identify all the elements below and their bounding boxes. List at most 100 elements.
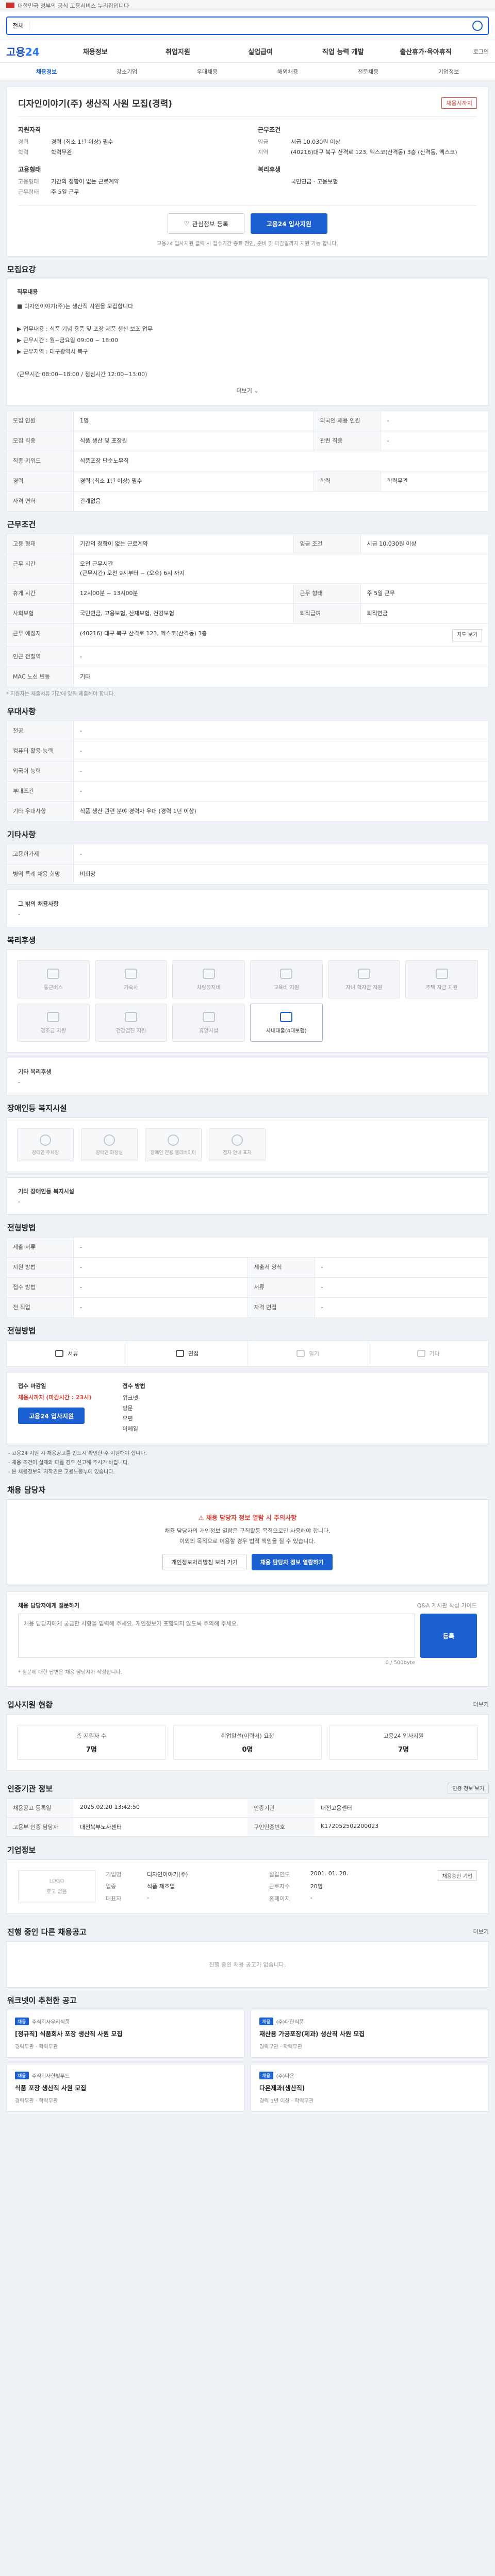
method-interview: 면접 — [127, 1341, 248, 1366]
subnav-item-jobs[interactable]: 채용정보 — [6, 67, 87, 76]
subnav-item-professional[interactable]: 전문채용 — [328, 67, 408, 76]
table-key: 외국어 능력 — [6, 761, 74, 782]
subnav-item-preferred[interactable]: 우대채용 — [167, 67, 248, 76]
logo-text-a: 고용 — [6, 46, 25, 58]
deadline-col: 접수 마감일 채용시까지 (마감시간 : 23시) 고용24 입사지원 — [18, 1382, 91, 1434]
nav-item-jobs[interactable]: 채용정보 — [54, 46, 137, 56]
qa-header: 채용 담당자에게 질문하기 Q&A 게시판 작성 가이드 — [18, 1601, 477, 1609]
qa-submit-button[interactable]: 등록 — [420, 1614, 477, 1658]
recruit-section: 모집요강 직무내용 ■ 디자인이야기(주)는 생산직 사원을 모집합니다 ▶ 업… — [6, 264, 489, 512]
stat-number: 7명 — [86, 1745, 97, 1754]
rec-tag: 채용 — [259, 2072, 273, 2079]
qa-guide-link[interactable]: Q&A 게시판 작성 가이드 — [417, 1601, 477, 1609]
preference-table: 전공 - 컴퓨터 활용 능력 - 외국어 능력 - 부대조건 - 기타 우대사항 식품 생… — [6, 721, 489, 822]
kv-key: 지역 — [258, 149, 269, 156]
disability-tile: 장애인 전용 엘리베이터 — [145, 1128, 202, 1161]
rec-card[interactable]: 채용 주식회사우리식품 [정규직] 식품회사 포장 생산직 사원 모집 경력무관 … — [6, 2010, 244, 2058]
welfare-section-title: 복리후생 — [7, 936, 36, 945]
disability-grid: 장애인 주차장 장애인 화장실 장애인 전용 엘리베이터 점자 안내 표지 — [6, 1117, 489, 1172]
other-section-title: 기타사항 — [7, 830, 36, 839]
method-line: 이메일 — [122, 1426, 138, 1432]
other-jobs-title: 진행 중인 다른 채용공고 — [7, 1927, 87, 1937]
rec-card[interactable]: 채용 (주)다온 다온제과(생산직) 경력 1년 이상 · 학력무관 — [251, 2064, 489, 2112]
table-value: - — [314, 1277, 489, 1298]
table-key: 고용 형태 — [6, 534, 74, 554]
pencil-icon — [296, 1350, 305, 1357]
welfare-tile: 주택 자금 지원 — [405, 960, 478, 998]
table-row: 컴퓨터 활용 능력 - — [6, 741, 489, 761]
selection-section-title: 전형방법 — [7, 1223, 36, 1232]
qualification-career: 경력 경력 (최소 1년 이상) 필수 — [18, 137, 237, 147]
disability-tile-label: 장애인 주차장 — [31, 1150, 59, 1156]
stat-label: 고용24 입사지원 — [383, 1732, 424, 1739]
method-title: 접수 방법 — [122, 1383, 145, 1389]
nav-item-training[interactable]: 직업 능력 개발 — [302, 46, 384, 56]
welfare-tile: 건강검진 지원 — [94, 1004, 168, 1042]
table-value: - — [73, 1297, 248, 1318]
logo-label: LOGO — [49, 1878, 64, 1884]
stats-more-link[interactable]: 더보기 — [473, 1700, 489, 1708]
rec-section-title: 워크넷이 추천한 공고 — [7, 1996, 77, 2005]
table-key: 구인인증번호 — [248, 1818, 315, 1837]
table-key: 임금 조건 — [293, 534, 361, 554]
table-value: 식품 생산 및 포장원 — [73, 431, 314, 451]
table-row: 모집 직종 식품 생산 및 포장원 관련 직종 - — [6, 431, 489, 451]
map-view-button[interactable]: 지도 보기 — [452, 629, 482, 641]
caution-line: - 본 채용정보의 저작권은 고용노동부에 있습니다. — [8, 1469, 115, 1475]
table-value: - — [73, 761, 489, 782]
table-row: 접수 방법 - 서류 - — [6, 1277, 489, 1298]
kv-key: 임금 — [258, 139, 269, 145]
more-button[interactable]: 더보기 ⌄ — [17, 380, 478, 397]
company-key: 근로자수 — [269, 1883, 290, 1890]
recruit-section-title: 모집요강 — [7, 265, 36, 274]
stat-number: 0명 — [242, 1745, 253, 1754]
disability-section-title: 장애인등 복지시설 — [7, 1104, 67, 1113]
table-key: 퇴직급여 — [293, 603, 361, 624]
subnav-item-company[interactable]: 기업정보 — [408, 67, 489, 76]
stat-total: 총 지원자 수 7명 — [17, 1725, 166, 1760]
stats-header: 입사지원 현황 더보기 — [6, 1694, 489, 1714]
company-key: 대표자 — [106, 1895, 122, 1902]
view-contact-button[interactable]: 채용 담당자 정보 열람하기 — [251, 1554, 333, 1570]
table-value: - — [73, 1257, 248, 1278]
disability-section: 장애인등 복지시설 장애인 주차장 장애인 화장실 장애인 전용 엘리베이터 점… — [6, 1103, 489, 1215]
rec-card[interactable]: 채용 (주)대한식품 재산용 가공포장(제과) 생산직 사원 모집 경력무관 · … — [251, 2010, 489, 2058]
table-row: 인근 전철역 - — [6, 647, 489, 667]
rec-card[interactable]: 채용 주식회사한빛푸드 식품 포장 생산직 사원 모집 경력무관 · 학력무관 — [6, 2064, 244, 2112]
qa-textarea[interactable] — [18, 1614, 415, 1658]
job-summary-card: 디자인이야기(주) 생산직 사원 모집(경력) 채용시까지 지원자격 경력 경력 … — [6, 87, 489, 257]
kv-value: 시급 10,030원 이상 — [291, 139, 341, 145]
desc-line: ▶ 업무내용 : 식품 기념 용품 및 포장 제품 생산 보조 업무 — [17, 326, 153, 332]
site-logo[interactable]: 고용24 — [6, 44, 40, 59]
apply-button[interactable]: 고용24 입사지원 — [250, 213, 327, 234]
caution-line: - 고용24 지원 시 채용공고를 반드시 확인한 후 지원해야 합니다. — [8, 1451, 147, 1456]
nav-item-support[interactable]: 취업지원 — [137, 46, 219, 56]
other-jobs-empty: 진행 중인 채용 공고가 없습니다. — [6, 1941, 489, 1988]
stat-label: 취업알선(이력서) 요청 — [221, 1732, 274, 1739]
stat-referral: 취업알선(이력서) 요청 0명 — [173, 1725, 322, 1760]
table-value: - — [73, 1237, 489, 1258]
login-link[interactable]: 로그인 — [473, 47, 489, 56]
nav-item-benefit[interactable]: 실업급여 — [219, 46, 302, 56]
search-icon[interactable] — [472, 20, 483, 31]
company-jobs-button[interactable]: 채용중인 기업 — [437, 1870, 477, 1881]
apply-button-secondary[interactable]: 고용24 입사지원 — [18, 1408, 85, 1424]
subnav-item-overseas[interactable]: 해외채용 — [248, 67, 328, 76]
table-key: 제출서 양식 — [247, 1257, 315, 1278]
search-type-select[interactable]: 전체 — [12, 21, 30, 30]
search-input[interactable] — [35, 22, 467, 29]
privacy-policy-button[interactable]: 개인정보처리방침 보러 가기 — [162, 1554, 246, 1570]
chevron-down-icon: ⌄ — [254, 387, 259, 394]
reginfo-grid: 채용공고 등록일 2025.02.20 13:42:50 인증기관 대전고용센터… — [7, 1799, 488, 1837]
other-jobs-more-link[interactable]: 더보기 — [473, 1927, 489, 1936]
welfare-tile-label: 주택 자금 지원 — [425, 985, 458, 991]
contact-box: ⚠ 채용 담당자 정보 열람 시 주의사항 채용 담당자의 개인정보 열람은 구… — [6, 1499, 489, 1584]
cert-info-button[interactable]: 인증 정보 보기 — [448, 1783, 489, 1793]
table-value: - — [314, 1297, 489, 1318]
dormitory-icon — [124, 968, 137, 979]
conditions-section: 근무조건 고용 형태 기간의 정함이 없는 근로계약 임금 조건 시급 10,030원… — [6, 519, 489, 699]
disability-tile: 장애인 주차장 — [17, 1128, 74, 1161]
subnav-item-small-giant[interactable]: 강소기업 — [87, 67, 167, 76]
nav-item-leave[interactable]: 출산휴가·육아휴직 — [384, 46, 467, 56]
save-interest-button[interactable]: ♡ 관심정보 등록 — [168, 213, 244, 234]
